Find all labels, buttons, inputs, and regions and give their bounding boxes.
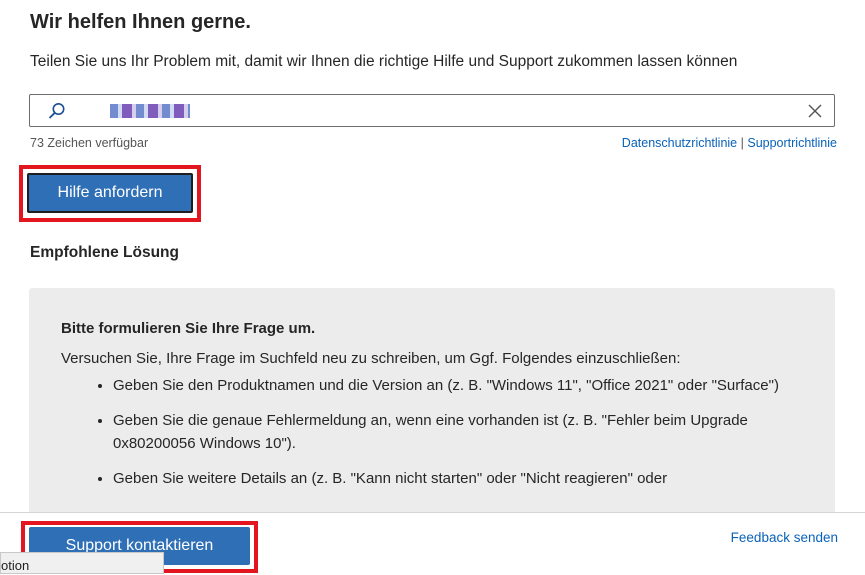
close-icon[interactable] [806, 102, 824, 120]
panel-intro: Versuchen Sie, Ihre Frage im Suchfeld ne… [61, 350, 681, 367]
suggestion-list: Geben Sie den Produktnamen und die Versi… [61, 374, 803, 502]
search-input[interactable]: ▪▪▪▪▪▪▪ [29, 94, 835, 127]
page-subtitle: Teilen Sie uns Ihr Problem mit, damit wi… [30, 53, 738, 70]
search-value[interactable]: ▪▪▪▪▪▪▪ [110, 104, 190, 118]
feedback-link[interactable]: Feedback senden [731, 530, 838, 545]
recommended-heading: Empfohlene Lösung [30, 244, 179, 261]
privacy-link[interactable]: Datenschutzrichtlinie [622, 136, 737, 150]
recommended-panel: Bitte formulieren Sie Ihre Frage um. Ver… [29, 288, 835, 518]
page-title: Wir helfen Ihnen gerne. [30, 11, 251, 33]
list-item: Geben Sie den Produktnamen und die Versi… [113, 374, 803, 397]
char-count: 73 Zeichen verfügbar [30, 136, 149, 150]
link-separator: | [740, 136, 744, 150]
policy-links: Datenschutzrichtlinie | Supportrichtlini… [622, 136, 837, 150]
list-item: Geben Sie die genaue Fehlermeldung an, w… [113, 409, 803, 455]
tooltip: otion [0, 552, 164, 574]
request-help-button[interactable]: Hilfe anfordern [27, 173, 193, 213]
list-item: Geben Sie weitere Details an (z. B. "Kan… [113, 467, 803, 490]
panel-title: Bitte formulieren Sie Ihre Frage um. [61, 320, 316, 337]
support-policy-link[interactable]: Supportrichtlinie [747, 136, 837, 150]
search-icon [48, 103, 65, 119]
